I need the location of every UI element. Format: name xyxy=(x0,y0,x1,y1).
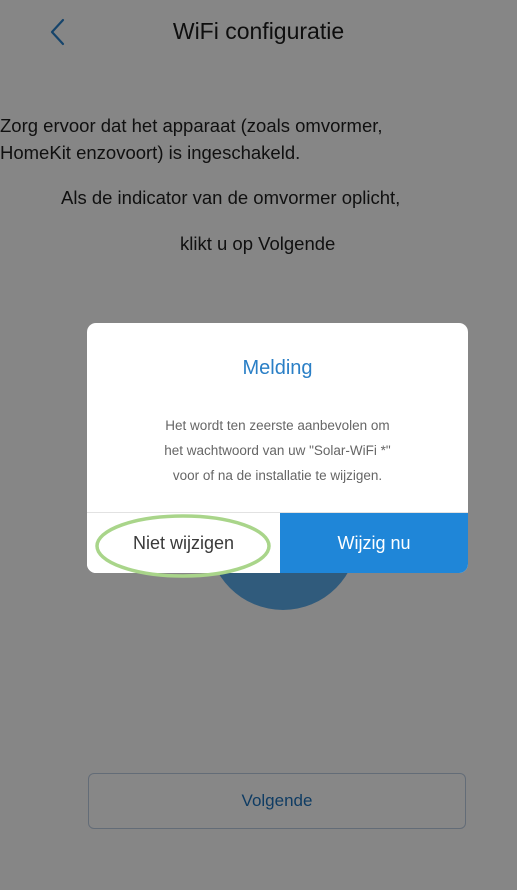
dialog-title: Melding xyxy=(242,357,313,379)
dialog-message: Het wordt ten zeerste aanbevolen om het … xyxy=(107,413,448,488)
dialog-message-line-1: Het wordt ten zeerste aanbevolen om xyxy=(165,418,390,433)
dialog-button-row: Niet wijzigen Wijzig nu xyxy=(87,512,468,573)
change-now-button[interactable]: Wijzig nu xyxy=(280,513,468,573)
dialog-message-line-3: voor of na de installatie te wijzigen. xyxy=(172,468,383,483)
dialog-message-line-2: het wachtwoord van uw "Solar-WiFi *" xyxy=(164,443,391,458)
dont-change-button[interactable]: Niet wijzigen xyxy=(87,513,280,573)
notification-dialog: Melding Het wordt ten zeerste aanbevolen… xyxy=(87,323,468,573)
